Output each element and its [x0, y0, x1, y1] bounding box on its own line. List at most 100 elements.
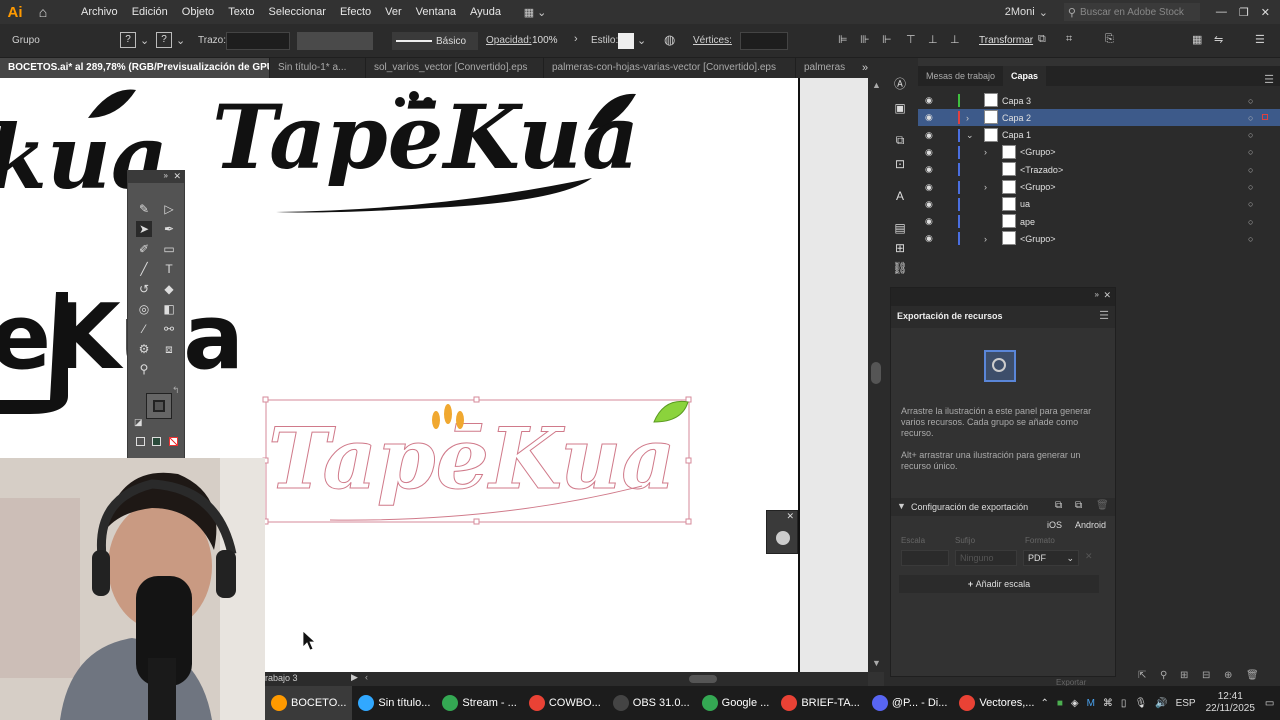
stock-search-input[interactable]: ⚲ Buscar en Adobe Stock [1063, 3, 1200, 21]
eye-icon[interactable]: ◉ [925, 95, 933, 106]
taskbar-item[interactable]: Sin título... [352, 686, 436, 720]
chevron-down-icon[interactable]: ⌄ [140, 34, 149, 47]
stroke-weight-input[interactable] [226, 32, 290, 50]
align-left-icon[interactable]: ⊫ [838, 33, 848, 46]
rotate-tool-icon[interactable]: ↺ [136, 281, 152, 297]
align-bottom-icon[interactable]: ⊥ [950, 33, 960, 46]
gradient-mode-icon[interactable] [152, 437, 161, 446]
new-sublayer-icon[interactable]: ⊟ [1202, 670, 1210, 681]
menu-ver[interactable]: Ver [378, 6, 409, 18]
scrollbar-thumb[interactable] [871, 362, 881, 384]
taskbar-item[interactable]: Vectores,... [953, 686, 1040, 720]
panel-icon-appearance[interactable]: Ⓐ [892, 76, 908, 92]
opacity-label[interactable]: Opacidad: [486, 35, 532, 46]
blend-tool-icon[interactable]: ⚯ [161, 321, 177, 337]
layer-row[interactable]: ◉ ua ○ [918, 196, 1280, 213]
taskbar-item[interactable]: BRIEF-TA... [775, 686, 865, 720]
chevron-right-icon[interactable]: › [984, 182, 987, 192]
none-mode-icon[interactable] [169, 437, 178, 446]
assets-icon[interactable] [776, 531, 790, 545]
double-chevron-right-icon[interactable]: » [862, 58, 868, 78]
panel-title[interactable]: Exportación de recursos [897, 311, 1003, 321]
menu-ventana[interactable]: Ventana [409, 6, 463, 18]
selection-tool-icon[interactable]: ➤ [136, 221, 152, 237]
taskbar-item[interactable]: Stream - ... [436, 686, 522, 720]
export-icon[interactable]: ⇱ [1138, 670, 1146, 681]
layer-row[interactable]: ◉ ⌄ Capa 1 ○ [918, 127, 1280, 144]
collapse-icon[interactable]: » [164, 171, 168, 180]
clock[interactable]: 12:41 22/11/2025 [1206, 691, 1255, 715]
target-icon[interactable]: ○ [1248, 147, 1253, 157]
stroke-swatch[interactable]: ? [156, 32, 172, 48]
tray-icon[interactable]: ◈ [1071, 698, 1079, 709]
default-colors-icon[interactable]: ◪ [134, 417, 143, 428]
taskbar-item[interactable]: Google ... [696, 686, 776, 720]
opacity-value[interactable]: 100% [532, 35, 558, 46]
microphone-icon[interactable]: 🎙 [1134, 698, 1147, 709]
volume-icon[interactable]: 🔊 [1155, 698, 1167, 709]
layer-row[interactable]: ◉ › Capa 2 ○ [918, 109, 1280, 127]
vertices-input[interactable] [740, 32, 788, 50]
collapse-icon[interactable]: » [1095, 290, 1099, 299]
close-icon[interactable]: ✕ [1103, 290, 1111, 301]
zoom-tool-icon[interactable]: ⚲ [136, 361, 152, 377]
chevron-down-icon[interactable]: ▼ [872, 658, 881, 668]
artboard-label[interactable]: rabajo 3 [265, 673, 298, 683]
menu-icon[interactable]: ☰ [1255, 33, 1265, 46]
tab-bocetos[interactable]: BOCETOS.ai* al 289,78% (RGB/Previsualiza… [0, 58, 270, 78]
menu-seleccionar[interactable]: Seleccionar [261, 6, 332, 18]
tray-icon[interactable]: ⌘ [1103, 698, 1113, 709]
target-icon[interactable]: ○ [1248, 96, 1253, 106]
align-center-icon[interactable]: ⊪ [860, 33, 870, 46]
variable-width-dropdown[interactable] [297, 32, 373, 50]
color-mode-icon[interactable] [136, 437, 145, 446]
pen-tool-icon[interactable]: ✒ [161, 221, 177, 237]
menu-efecto[interactable]: Efecto [333, 6, 378, 18]
chevron-down-icon[interactable]: ⌄ [966, 130, 974, 141]
target-icon[interactable]: ○ [1248, 165, 1253, 175]
scale-dropdown[interactable] [901, 550, 949, 566]
graphic-style-swatch[interactable] [618, 33, 634, 49]
horizontal-scroll-thumb[interactable] [689, 675, 717, 683]
restore-icon[interactable]: ❐ [1239, 6, 1249, 19]
recolor-icon[interactable]: ◍ [664, 32, 675, 48]
chevron-down-icon[interactable]: ⌄ [176, 34, 185, 47]
panel-menu-icon[interactable]: ☰ [1264, 73, 1274, 86]
taskbar-item[interactable]: COWBO... [523, 686, 607, 720]
floating-panel[interactable]: ✕ [766, 510, 798, 554]
android-button[interactable]: Android [1075, 520, 1106, 530]
menu-archivo[interactable]: Archivo [74, 6, 125, 18]
align-right-icon[interactable]: ⊩ [882, 33, 892, 46]
isolate-icon[interactable]: ⧉ [1038, 33, 1046, 46]
trash-icon[interactable]: 🗑 [1246, 670, 1259, 681]
taskbar-item[interactable]: @P... - Di... [866, 686, 954, 720]
target-icon[interactable]: ○ [1248, 234, 1253, 244]
panel-icon-libraries[interactable]: ▣ [892, 100, 908, 116]
battery-icon[interactable]: ▯ [1121, 698, 1127, 709]
eye-icon[interactable]: ◉ [925, 233, 933, 244]
align-top-icon[interactable]: ⊤ [906, 33, 916, 46]
taskbar-item[interactable]: BOCETO... [265, 686, 353, 720]
panel-menu-icon[interactable]: ☰ [1099, 309, 1109, 322]
fill-swatch[interactable]: ? [120, 32, 136, 48]
eyedropper-icon[interactable]: ⁄ [136, 321, 152, 337]
eye-icon[interactable]: ◉ [925, 130, 933, 141]
menu-texto[interactable]: Texto [221, 6, 261, 18]
layer-row[interactable]: ◉ <Trazado> ○ [918, 161, 1280, 178]
notifications-icon[interactable]: ▭ [1265, 698, 1274, 709]
layer-row[interactable]: ◉ Capa 3 ○ [918, 92, 1280, 109]
panel-icon-symbols[interactable]: ⊞ [892, 240, 908, 256]
tab-layers[interactable]: Capas [1003, 66, 1047, 86]
gradient-tool-icon[interactable]: ◧ [161, 301, 177, 317]
tab-palmeras-hojas[interactable]: palmeras-con-hojas-varias-vector [Conver… [544, 58, 796, 78]
panel-layout-icon[interactable]: ▦ [1192, 33, 1202, 46]
language-indicator[interactable]: ESP [1176, 698, 1196, 709]
search-icon[interactable]: ⚲ [1160, 670, 1167, 681]
layer-row[interactable]: ◉ › <Grupo> ○ [918, 179, 1280, 196]
direct-selection-icon[interactable]: ▷ [161, 201, 177, 217]
chevron-up-icon[interactable]: ▲ [872, 80, 881, 90]
tray-icon[interactable]: ■ [1057, 698, 1063, 709]
format-dropdown[interactable]: PDF ⌄ [1023, 550, 1079, 566]
home-icon[interactable]: ⌂ [30, 0, 56, 24]
type-tool-icon[interactable]: T [161, 261, 177, 277]
